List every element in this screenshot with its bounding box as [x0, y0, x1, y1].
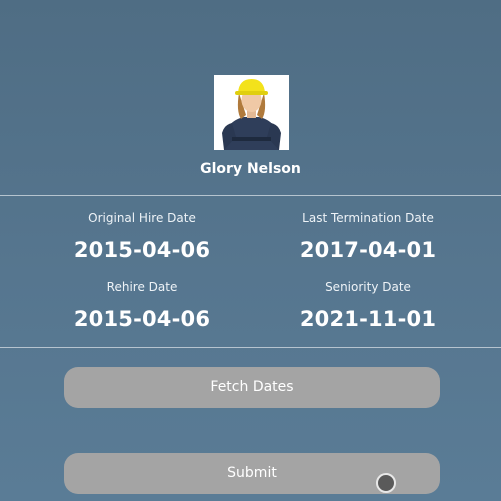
- employee-name: Glory Nelson: [200, 161, 301, 177]
- touch-cursor-icon: [376, 473, 396, 493]
- last-termination-date-value: 2017-04-01: [299, 238, 437, 262]
- worker-photo-icon: [214, 75, 289, 150]
- top-divider: [0, 195, 501, 196]
- last-termination-date-label: Last Termination Date: [302, 211, 434, 225]
- seniority-date: Seniority Date 2021-11-01: [243, 277, 493, 331]
- seniority-date-value: 2021-11-01: [299, 307, 437, 331]
- last-termination-date: Last Termination Date 2017-04-01: [243, 208, 493, 262]
- rehire-date-label: Rehire Date: [106, 280, 178, 294]
- rehire-date: Rehire Date 2015-04-06: [17, 277, 267, 331]
- seniority-date-label: Seniority Date: [325, 280, 411, 294]
- employee-profile: Glory Nelson: [0, 0, 501, 195]
- fetch-dates-button[interactable]: Fetch Dates: [64, 367, 440, 408]
- original-hire-date-label: Original Hire Date: [88, 211, 196, 225]
- employee-avatar: [214, 75, 289, 150]
- original-hire-date: Original Hire Date 2015-04-06: [17, 208, 267, 262]
- original-hire-date-value: 2015-04-06: [73, 238, 211, 262]
- rehire-date-value: 2015-04-06: [73, 307, 211, 331]
- bottom-divider: [0, 347, 501, 348]
- app-screen: Glory Nelson Original Hire Date 2015-04-…: [0, 0, 501, 501]
